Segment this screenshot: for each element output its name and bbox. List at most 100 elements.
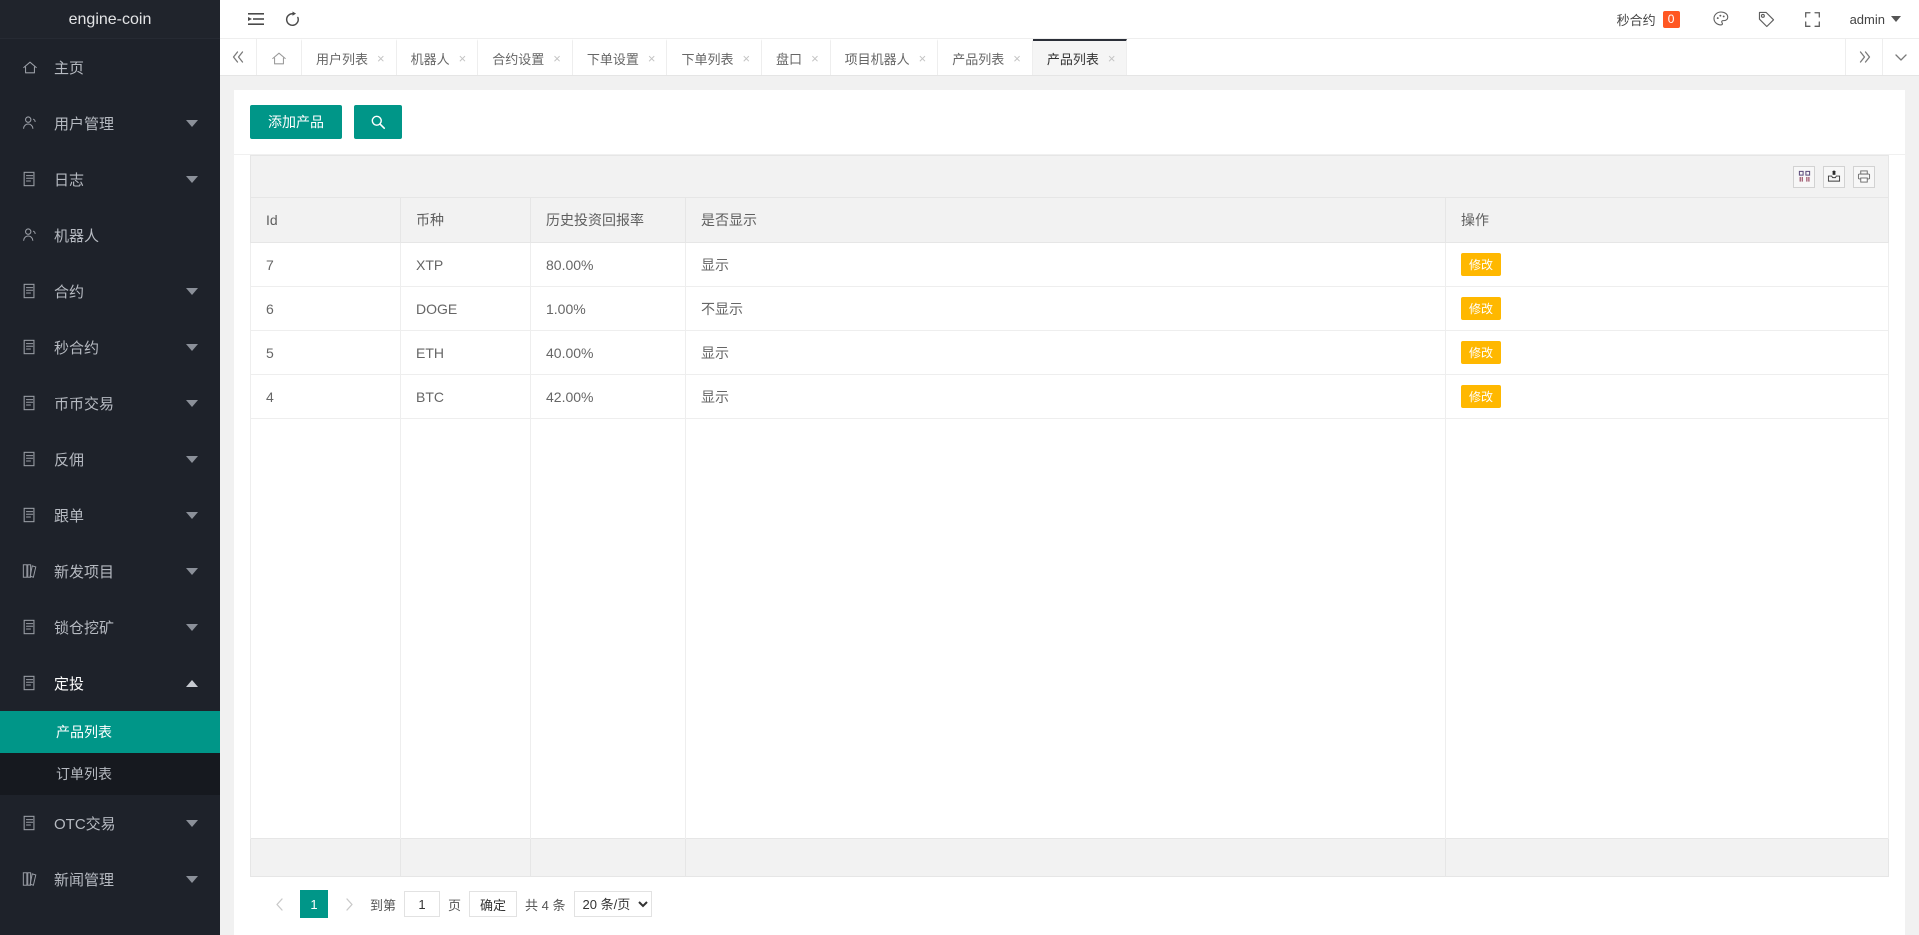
sidebar-item-label: 合约 xyxy=(54,281,186,302)
table-row: 5ETH40.00%显示修改 xyxy=(251,331,1889,375)
sidebar-item-8[interactable]: 跟单 xyxy=(0,487,220,543)
user-menu[interactable]: admin xyxy=(1836,12,1905,27)
chevron-down-icon xyxy=(186,624,198,631)
column-header-0: Id xyxy=(251,198,401,243)
content-area: 添加产品 xyxy=(220,76,1919,935)
pagination-prev[interactable] xyxy=(266,890,292,918)
close-icon[interactable]: × xyxy=(377,52,385,65)
double-chevron-right-icon[interactable] xyxy=(1845,39,1882,75)
cell-visible: 显示 xyxy=(686,243,1446,287)
tab-2[interactable]: 合约设置× xyxy=(478,39,573,75)
sidebar-item-label: 锁仓挖矿 xyxy=(54,617,186,638)
chevron-down-icon xyxy=(186,288,198,295)
column-header-4: 操作 xyxy=(1446,198,1889,243)
sidebar-item-11[interactable]: 定投 xyxy=(0,655,220,711)
tabs-dropdown-icon[interactable] xyxy=(1882,39,1919,75)
palette-icon[interactable] xyxy=(1698,0,1744,39)
sidebar-item-3[interactable]: 机器人 xyxy=(0,207,220,263)
book-icon xyxy=(22,871,44,887)
search-button[interactable] xyxy=(354,105,402,139)
tab-label: 下单列表 xyxy=(681,49,733,68)
columns-icon[interactable] xyxy=(1793,166,1815,188)
pagination-page-1[interactable]: 1 xyxy=(300,890,328,918)
sidebar-submenu: 产品列表订单列表 xyxy=(0,711,220,795)
tab-label: 用户列表 xyxy=(316,49,368,68)
sidebar-item-12[interactable]: OTC交易 xyxy=(0,795,220,851)
sidebar-item-label: OTC交易 xyxy=(54,813,186,834)
edit-button[interactable]: 修改 xyxy=(1461,253,1501,276)
goto-confirm-button[interactable]: 确定 xyxy=(469,891,517,917)
tab-0[interactable]: 用户列表 × xyxy=(302,39,397,75)
double-chevron-left-icon[interactable] xyxy=(220,39,257,75)
tab-1[interactable]: 机器人× xyxy=(397,39,479,75)
edit-button[interactable]: 修改 xyxy=(1461,297,1501,320)
sidebar-item-2[interactable]: 日志 xyxy=(0,151,220,207)
footer-cell xyxy=(401,839,531,877)
product-list-card: 添加产品 xyxy=(234,90,1905,935)
menu-fold-icon[interactable] xyxy=(238,0,274,39)
table-row: 6DOGE1.00%不显示修改 xyxy=(251,287,1889,331)
table-head: Id币种历史投资回报率是否显示操作 xyxy=(251,198,1889,243)
close-icon[interactable]: × xyxy=(919,52,927,65)
product-table: Id币种历史投资回报率是否显示操作 7XTP80.00%显示修改6DOGE1.0… xyxy=(250,197,1889,877)
top-bar: 秒合约 0 xyxy=(220,0,1919,39)
tab-5[interactable]: 盘口 × xyxy=(762,39,831,75)
cell-roi: 42.00% xyxy=(531,375,686,419)
fullscreen-icon[interactable] xyxy=(1790,0,1836,39)
cell-id: 5 xyxy=(251,331,401,375)
print-icon[interactable] xyxy=(1853,166,1875,188)
refresh-icon[interactable] xyxy=(274,0,310,39)
cell-visible: 显示 xyxy=(686,331,1446,375)
edit-button[interactable]: 修改 xyxy=(1461,385,1501,408)
edit-button[interactable]: 修改 xyxy=(1461,341,1501,364)
close-icon[interactable]: × xyxy=(811,52,819,65)
sidebar-subitem-1[interactable]: 订单列表 xyxy=(0,753,220,795)
tab-label: 下单设置 xyxy=(587,49,639,68)
sidebar-item-6[interactable]: 币币交易 xyxy=(0,375,220,431)
cell-action: 修改 xyxy=(1446,243,1889,287)
close-icon[interactable]: × xyxy=(648,52,656,65)
sidebar-item-4[interactable]: 合约 xyxy=(0,263,220,319)
shortcut-seconds-contract[interactable]: 秒合约 0 xyxy=(1617,10,1680,29)
sidebar-item-0[interactable]: 主页 xyxy=(0,39,220,95)
tab-8[interactable]: 产品列表× xyxy=(1033,39,1128,75)
goto-page-input[interactable] xyxy=(404,891,440,917)
cell-roi: 1.00% xyxy=(531,287,686,331)
doc-icon xyxy=(22,339,44,355)
table-row: 7XTP80.00%显示修改 xyxy=(251,243,1889,287)
tab-4[interactable]: 下单列表 × xyxy=(667,39,762,75)
export-icon[interactable] xyxy=(1823,166,1845,188)
sidebar-item-1[interactable]: 用户管理 xyxy=(0,95,220,151)
sidebar-subitem-0[interactable]: 产品列表 xyxy=(0,711,220,753)
close-icon[interactable]: × xyxy=(459,52,467,65)
tab-3[interactable]: 下单设置 × xyxy=(573,39,668,75)
tab-label: 项目机器人 xyxy=(845,49,910,68)
close-icon[interactable]: × xyxy=(1013,52,1021,65)
chevron-down-icon xyxy=(186,176,198,183)
close-icon[interactable]: × xyxy=(742,52,750,65)
cell-visible: 显示 xyxy=(686,375,1446,419)
sidebar-item-5[interactable]: 秒合约 xyxy=(0,319,220,375)
tab-label: 盘口 xyxy=(776,49,802,68)
cell-action: 修改 xyxy=(1446,287,1889,331)
close-icon[interactable]: × xyxy=(553,52,561,65)
tag-icon[interactable] xyxy=(1744,0,1790,39)
add-product-button[interactable]: 添加产品 xyxy=(250,105,342,139)
goto-suffix-label: 页 xyxy=(448,895,461,914)
user-icon xyxy=(22,115,44,131)
sidebar-item-label: 日志 xyxy=(54,169,186,190)
sidebar-item-13[interactable]: 新闻管理 xyxy=(0,851,220,907)
tab-7[interactable]: 产品列表× xyxy=(938,39,1033,75)
card-toolbar: 添加产品 xyxy=(234,90,1905,155)
tab-home[interactable] xyxy=(257,39,302,75)
sidebar-item-7[interactable]: 反佣 xyxy=(0,431,220,487)
close-icon[interactable]: × xyxy=(1108,52,1116,65)
goto-prefix-label: 到第 xyxy=(370,895,396,914)
pagination-next[interactable] xyxy=(336,890,362,918)
cell-coin: XTP xyxy=(401,243,531,287)
table-body: 7XTP80.00%显示修改6DOGE1.00%不显示修改5ETH40.00%显… xyxy=(251,243,1889,839)
sidebar-item-9[interactable]: 新发项目 xyxy=(0,543,220,599)
tab-6[interactable]: 项目机器人 × xyxy=(831,39,939,75)
sidebar-item-10[interactable]: 锁仓挖矿 xyxy=(0,599,220,655)
page-size-select[interactable]: 10 条/页20 条/页30 条/页40 条/页 xyxy=(574,891,652,917)
